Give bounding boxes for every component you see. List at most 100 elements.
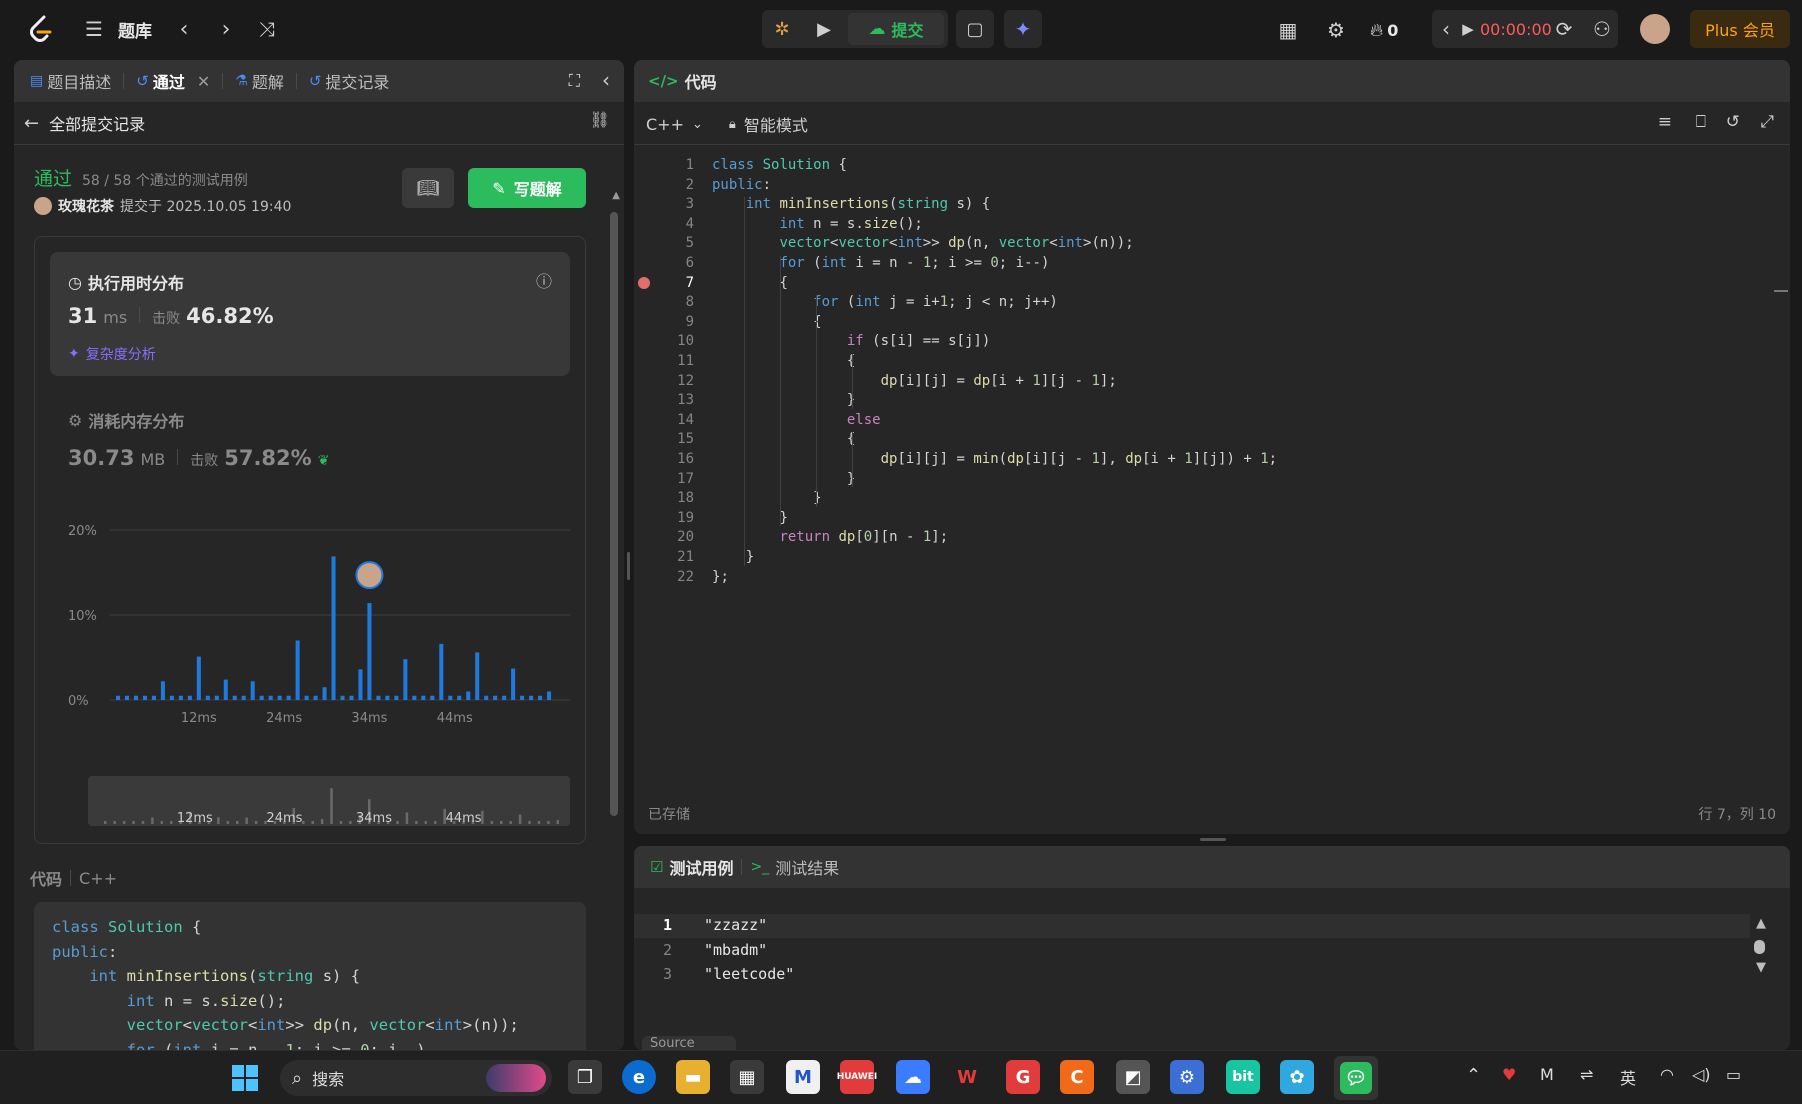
chevron-down-icon[interactable]: ⌄ — [692, 117, 703, 132]
leetcode-logo[interactable] — [26, 14, 56, 44]
note-icon[interactable]: ▢ — [956, 10, 994, 48]
ide-icon[interactable]: ◩ — [1116, 1060, 1150, 1094]
file-explorer-icon[interactable]: ▬ — [676, 1060, 710, 1094]
chart-bar[interactable] — [178, 695, 183, 700]
chart-range-slider[interactable]: 12ms 24ms 34ms 44ms — [88, 776, 570, 826]
paint-icon[interactable]: ✿ — [1280, 1060, 1314, 1094]
chart-bar[interactable] — [457, 695, 462, 700]
app-m-icon[interactable]: M — [786, 1060, 820, 1094]
chart-bar[interactable] — [232, 695, 237, 700]
chart-bar[interactable] — [268, 695, 273, 700]
testcase-list[interactable]: 1 "zzazz" 2 "mbadm" 3 "leetcode" — [634, 914, 1534, 994]
chart-bar[interactable] — [124, 695, 130, 700]
chart-bar[interactable] — [322, 687, 327, 700]
avatar[interactable] — [1640, 14, 1670, 44]
info-icon[interactable]: ⓘ — [536, 268, 552, 292]
chart-bar[interactable] — [439, 643, 444, 700]
next-problem-icon[interactable]: › — [214, 16, 238, 42]
format-icon[interactable]: ≡ — [1658, 112, 1672, 132]
chart-bar[interactable] — [196, 656, 201, 700]
chart-bar[interactable] — [142, 695, 147, 700]
task-view-icon[interactable]: ❐ — [568, 1060, 602, 1094]
chart-bar[interactable] — [538, 695, 543, 700]
complexity-link[interactable]: ✦ 复杂度分析 — [68, 344, 156, 364]
edge-browser-icon[interactable]: e — [622, 1060, 656, 1094]
close-tab-icon[interactable]: ✕ — [197, 72, 210, 91]
huawei-icon[interactable]: HUAWEI — [837, 1060, 877, 1094]
testcase-input[interactable]: "zzazz" — [704, 914, 767, 937]
debug-icon[interactable]: ✲ — [766, 14, 798, 44]
reset-icon[interactable]: ↺ — [1726, 112, 1740, 132]
book-icon[interactable]: 📖︎ — [402, 168, 454, 208]
tray-chevron-icon[interactable]: ⌃ — [1466, 1065, 1481, 1086]
chart-bar[interactable] — [493, 695, 498, 700]
chart-bar[interactable] — [214, 695, 219, 700]
chart-bar[interactable] — [313, 695, 318, 700]
chart-bar[interactable] — [367, 603, 372, 700]
chart-bar[interactable] — [358, 669, 363, 700]
testcase-input[interactable]: "mbadm" — [704, 939, 767, 962]
tray-app-icon[interactable]: ♥ — [1502, 1065, 1516, 1084]
shuffle-icon[interactable]: ⤨ — [254, 16, 280, 42]
code-editor[interactable]: 1 class Solution {2 public: 3 int minInsert… — [634, 154, 1770, 714]
chart-bar[interactable] — [376, 695, 381, 700]
all-submissions-link[interactable]: 全部提交记录 — [49, 111, 145, 135]
tab-solutions[interactable]: 题解 — [252, 69, 284, 93]
chart-bar[interactable] — [421, 695, 426, 700]
problem-bank-link[interactable]: 题库 — [118, 16, 152, 42]
case-scroll-down-icon[interactable]: ▼ — [1756, 960, 1766, 975]
tray-m-icon[interactable]: M — [1540, 1065, 1554, 1084]
chart-bar[interactable] — [286, 695, 291, 700]
chart-bar[interactable] — [511, 668, 516, 700]
memory-header[interactable]: ⚙ 消耗内存分布 — [68, 408, 184, 432]
expand-icon[interactable]: ⤢ — [1760, 112, 1774, 132]
chart-bar[interactable] — [484, 695, 489, 700]
chart-bar[interactable] — [475, 652, 480, 700]
volume-icon[interactable]: ◁) — [1692, 1065, 1711, 1084]
chart-bar[interactable] — [169, 695, 174, 700]
chart-bar[interactable] — [349, 695, 354, 700]
language-select[interactable]: C++ — [646, 115, 684, 134]
chart-bar[interactable] — [331, 556, 336, 700]
input-language[interactable]: 英 — [1620, 1065, 1636, 1089]
chart-bar[interactable] — [502, 695, 507, 700]
chart-bar[interactable] — [412, 695, 417, 700]
chart-bar[interactable] — [304, 695, 309, 700]
chart-bar[interactable] — [187, 695, 192, 700]
my-submission-avatar[interactable] — [355, 561, 384, 590]
cloud-app-icon[interactable]: ☁ — [896, 1060, 930, 1094]
tab-accepted[interactable]: 通过 — [153, 69, 185, 93]
plus-membership-button[interactable]: Plus 会员 — [1690, 10, 1790, 48]
chart-bar[interactable] — [133, 695, 138, 700]
chart-bar[interactable] — [151, 695, 156, 700]
case-scroll-thumb[interactable] — [1754, 940, 1765, 954]
chart-bar[interactable] — [277, 695, 282, 700]
chart-bar[interactable] — [520, 695, 525, 700]
bookmark-icon[interactable]: ⎕ — [1696, 112, 1706, 132]
tab-testcases[interactable]: 测试用例 — [669, 855, 733, 879]
chart-bar[interactable] — [241, 695, 246, 700]
chart-bar[interactable] — [116, 695, 121, 700]
wifi-icon[interactable]: ◠ — [1660, 1065, 1674, 1084]
scroll-up-icon[interactable]: ▲ — [612, 190, 620, 201]
gear-app-icon[interactable]: ⚙ — [1170, 1060, 1204, 1094]
runtime-card[interactable]: ◷ 执行用时分布 ⓘ 31 ms 击败 46.82% ✦ 复杂度分析 — [50, 252, 570, 376]
tab-test-result[interactable]: 测试结果 — [775, 855, 839, 879]
ai-sparkle-icon[interactable]: ✦ — [1004, 10, 1042, 48]
app-g-icon[interactable]: G — [1006, 1060, 1040, 1094]
chart-bar[interactable] — [250, 681, 255, 700]
smart-mode-label[interactable]: 智能模式 — [744, 112, 808, 136]
chart-bar[interactable] — [448, 695, 453, 700]
user-name[interactable]: 玫瑰花茶 — [58, 196, 114, 216]
chart-bar[interactable] — [385, 695, 390, 700]
taskbar-search[interactable]: ⌕ 搜索 — [280, 1060, 552, 1096]
chart-bar[interactable] — [403, 659, 408, 700]
bit-app-icon[interactable]: bit — [1226, 1060, 1260, 1094]
case-scroll-up-icon[interactable]: ▲ — [1756, 916, 1766, 931]
chart-bar[interactable] — [340, 695, 345, 700]
runtime-distribution-chart[interactable]: 20% 10% 0% 12ms 24ms 34ms 44ms — [50, 508, 570, 728]
write-solution-button[interactable]: ✎ 写题解 — [468, 168, 586, 208]
testcase-input[interactable]: "leetcode" — [704, 963, 794, 986]
submit-button[interactable]: ☁ 提交 — [848, 13, 944, 45]
link-icon[interactable]: ⛓ — [590, 110, 610, 129]
